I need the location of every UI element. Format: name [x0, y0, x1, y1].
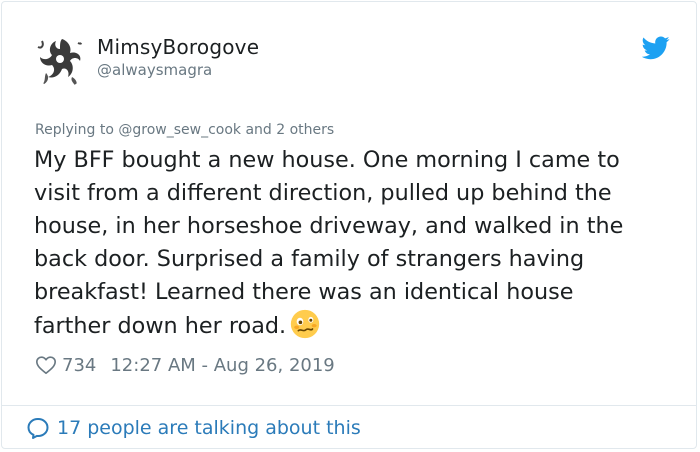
like-count[interactable]: 734	[62, 355, 96, 376]
tweet-body: My BFF bought a new house. One morning I…	[34, 147, 624, 339]
tweet-meta: 734 12:27 AM - Aug 26, 2019	[35, 352, 335, 378]
tweet-text: My BFF bought a new house. One morning I…	[34, 144, 684, 343]
display-name[interactable]: MimsyBorogove	[97, 35, 259, 59]
conversation-link[interactable]: 17 people are talking about this	[26, 416, 361, 440]
conversation-text[interactable]: 17 people are talking about this	[57, 417, 361, 439]
timestamp[interactable]: 12:27 AM - Aug 26, 2019	[110, 355, 334, 376]
heart-icon[interactable]	[35, 354, 57, 376]
speech-bubble-icon	[27, 418, 49, 439]
user-handle[interactable]: @alwaysmagra	[97, 61, 212, 79]
divider	[2, 405, 696, 406]
replying-to[interactable]: Replying to @grow_sew_cook and 2 others	[35, 122, 334, 138]
twitter-bird-icon[interactable]	[642, 36, 670, 60]
woozy-face-icon	[290, 309, 320, 339]
avatar[interactable]	[32, 33, 88, 89]
tweet-card: MimsyBorogove @alwaysmagra Replying to @…	[1, 1, 697, 449]
